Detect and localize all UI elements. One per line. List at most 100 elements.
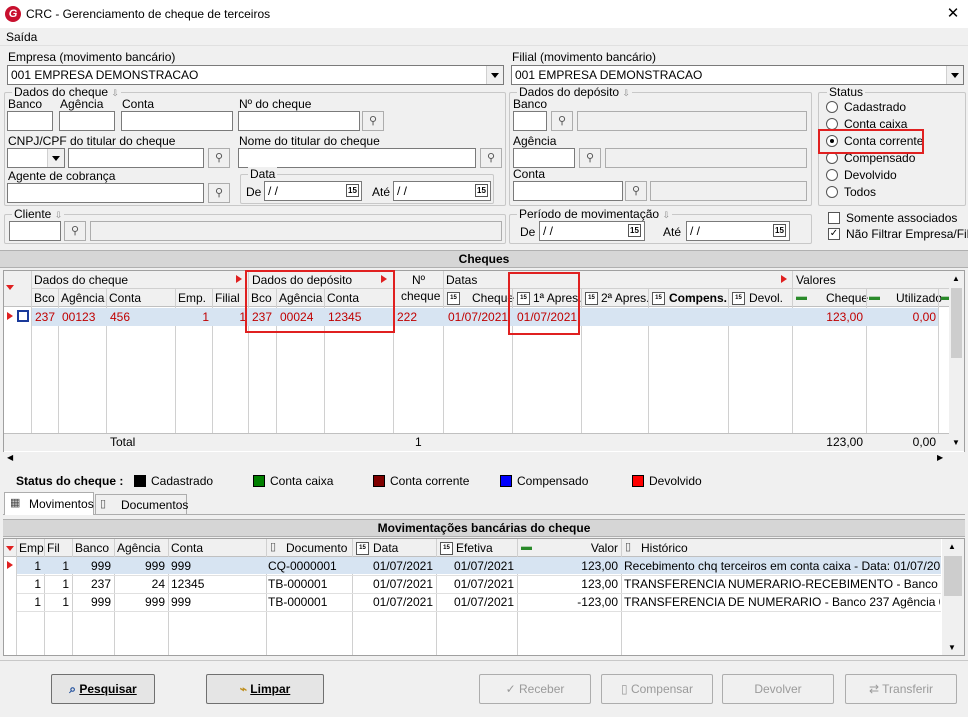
scroll-down-icon[interactable]: ▼ xyxy=(952,438,960,447)
devolver-button[interactable]: Devolver xyxy=(722,674,834,704)
pesquisar-button[interactable]: ⌕ Pesquisar xyxy=(51,674,155,704)
cell-agencia: 00123 xyxy=(62,310,96,324)
mcol-emp[interactable]: Emp xyxy=(19,541,44,555)
transferir-button[interactable]: ⇄ Transferir xyxy=(845,674,957,704)
col-utilizado[interactable]: Utilizado xyxy=(896,291,942,305)
cliente-search-binoculars-icon[interactable]: ⚲ xyxy=(64,221,86,241)
limpar-button[interactable]: ⌁ Limpar xyxy=(206,674,324,704)
col-apres2[interactable]: 2ª Apres. xyxy=(601,291,649,305)
cnpj-dropdown-arrow-icon[interactable] xyxy=(47,149,64,167)
deposito-agencia-binoculars-icon[interactable]: ⚲ xyxy=(579,148,601,168)
col-compens[interactable]: Compens. xyxy=(669,291,727,305)
legend-swatch-conta-caixa xyxy=(253,475,265,487)
scroll-right-icon[interactable]: ▶ xyxy=(937,453,943,462)
nome-titular-input[interactable] xyxy=(238,148,476,168)
status-todos-radio[interactable] xyxy=(826,186,838,198)
search-icon: ⌕ xyxy=(69,682,76,696)
mcol-conta[interactable]: Conta xyxy=(171,541,203,555)
nome-search-binoculars-icon[interactable]: ⚲ xyxy=(480,148,502,168)
cnpj-search-binoculars-icon[interactable]: ⚲ xyxy=(208,148,230,168)
cnpj-type-select[interactable] xyxy=(7,148,65,168)
mov-cell-efetiva: 01/07/2021 xyxy=(453,559,514,573)
mov-cell-historico: TRANSFERENCIA NUMERARIO-RECEBIMENTO - Ba… xyxy=(624,577,940,591)
row-divider xyxy=(17,575,941,576)
calendar-icon[interactable]: 15 xyxy=(475,184,488,197)
row-select-checkbox[interactable] xyxy=(17,310,29,322)
cheque-agencia-input[interactable] xyxy=(59,111,115,131)
deposito-agencia-input[interactable] xyxy=(513,148,575,168)
conta-label: Conta xyxy=(122,97,155,111)
scroll-left-icon[interactable]: ◀ xyxy=(7,453,13,462)
mcol-data[interactable]: Data xyxy=(373,541,398,555)
empresa-dropdown-arrow-icon[interactable] xyxy=(486,66,503,84)
scroll-thumb[interactable] xyxy=(944,556,962,596)
close-window-button[interactable]: ✕ xyxy=(940,3,966,25)
mcol-documento[interactable]: Documento xyxy=(286,541,347,555)
status-devolvido-radio[interactable] xyxy=(826,169,838,181)
window-title: CRC - Gerenciamento de cheque de terceir… xyxy=(26,7,271,21)
nao-filtrar-checkbox[interactable]: ✓ xyxy=(828,228,840,240)
scroll-up-icon[interactable]: ▲ xyxy=(948,542,956,551)
mov-cell-agencia: 999 xyxy=(144,595,165,609)
filial-select[interactable]: 001 EMPRESA DEMONSTRACAO xyxy=(511,65,964,85)
deposito-banco-binoculars-icon[interactable]: ⚲ xyxy=(551,111,573,131)
nome-titular-label: Nome do titular do cheque xyxy=(239,134,380,148)
scroll-up-icon[interactable]: ▲ xyxy=(952,274,960,283)
calendar-icon: 15 xyxy=(440,542,453,555)
collapse-arrow-icon[interactable] xyxy=(781,275,787,283)
search-binoculars-icon[interactable]: ⚲ xyxy=(362,111,384,131)
deposito-conta-input[interactable] xyxy=(513,181,623,201)
col-agencia[interactable]: Agência xyxy=(61,291,104,305)
cliente-code-input[interactable] xyxy=(9,221,61,241)
mov-cell-documento: CQ-0000001 xyxy=(268,559,337,573)
broom-icon: ⌁ xyxy=(239,682,247,696)
scroll-down-icon[interactable]: ▼ xyxy=(948,643,956,652)
mcol-valor[interactable]: Valor xyxy=(580,541,618,555)
col-conta[interactable]: Conta xyxy=(109,291,141,305)
compensar-button[interactable]: ▯ Compensar xyxy=(601,674,713,704)
mcol-agencia[interactable]: Agência xyxy=(117,541,160,555)
nro-cheque-input[interactable] xyxy=(238,111,360,131)
agente-search-binoculars-icon[interactable]: ⚲ xyxy=(208,183,230,203)
data-title: Data xyxy=(248,167,278,181)
calendar-icon[interactable]: 15 xyxy=(773,224,786,237)
collapse-arrow-icon[interactable] xyxy=(236,275,242,283)
mcol-efetiva[interactable]: Efetiva xyxy=(456,541,493,555)
mcol-banco[interactable]: Banco xyxy=(75,541,109,555)
col-devol[interactable]: Devol. xyxy=(749,291,783,305)
mov-cell-emp: 1 xyxy=(34,595,41,609)
scroll-thumb[interactable] xyxy=(951,288,962,358)
menu-saida[interactable]: Saída xyxy=(6,30,37,44)
mov-cell-documento: TB-000001 xyxy=(268,595,328,609)
col-divider xyxy=(938,289,939,433)
calendar-icon: 15 xyxy=(652,292,665,305)
deposito-agencia-name-display xyxy=(605,148,807,168)
agente-input[interactable] xyxy=(7,183,204,203)
somente-associados-checkbox[interactable] xyxy=(828,212,840,224)
mcol-historico[interactable]: Histórico xyxy=(641,541,688,555)
col-filial[interactable]: Filial xyxy=(215,291,240,305)
mov-cell-data: 01/07/2021 xyxy=(372,595,433,609)
col-emp[interactable]: Emp. xyxy=(178,291,206,305)
cheque-banco-input[interactable] xyxy=(7,111,53,131)
cheque-conta-input[interactable] xyxy=(121,111,233,131)
calendar-icon[interactable]: 15 xyxy=(346,184,359,197)
total-valor-cheque: 123,00 xyxy=(826,435,863,449)
filial-dropdown-arrow-icon[interactable] xyxy=(946,66,963,84)
status-cadastrado-radio[interactable] xyxy=(826,101,838,113)
app-logo-icon: G xyxy=(5,6,21,22)
col-bco[interactable]: Bco xyxy=(34,291,55,305)
deposito-banco-input[interactable] xyxy=(513,111,547,131)
group-datas: Datas xyxy=(446,273,478,287)
calendar-icon[interactable]: 15 xyxy=(628,224,641,237)
receber-button[interactable]: ✓ Receber xyxy=(479,674,591,704)
status-devolvido-label: Devolvido xyxy=(844,168,897,182)
mov-cell-conta: 999 xyxy=(171,559,192,573)
deposito-conta-binoculars-icon[interactable]: ⚲ xyxy=(625,181,647,201)
mov-cell-fil: 1 xyxy=(62,595,69,609)
empresa-select[interactable]: 001 EMPRESA DEMONSTRACAO xyxy=(7,65,504,85)
col-valor-cheque[interactable]: Cheque xyxy=(826,291,868,305)
cnpj-input[interactable] xyxy=(68,148,204,168)
horizontal-scrollbar[interactable] xyxy=(3,452,965,466)
mcol-fil[interactable]: Fil xyxy=(47,541,60,555)
